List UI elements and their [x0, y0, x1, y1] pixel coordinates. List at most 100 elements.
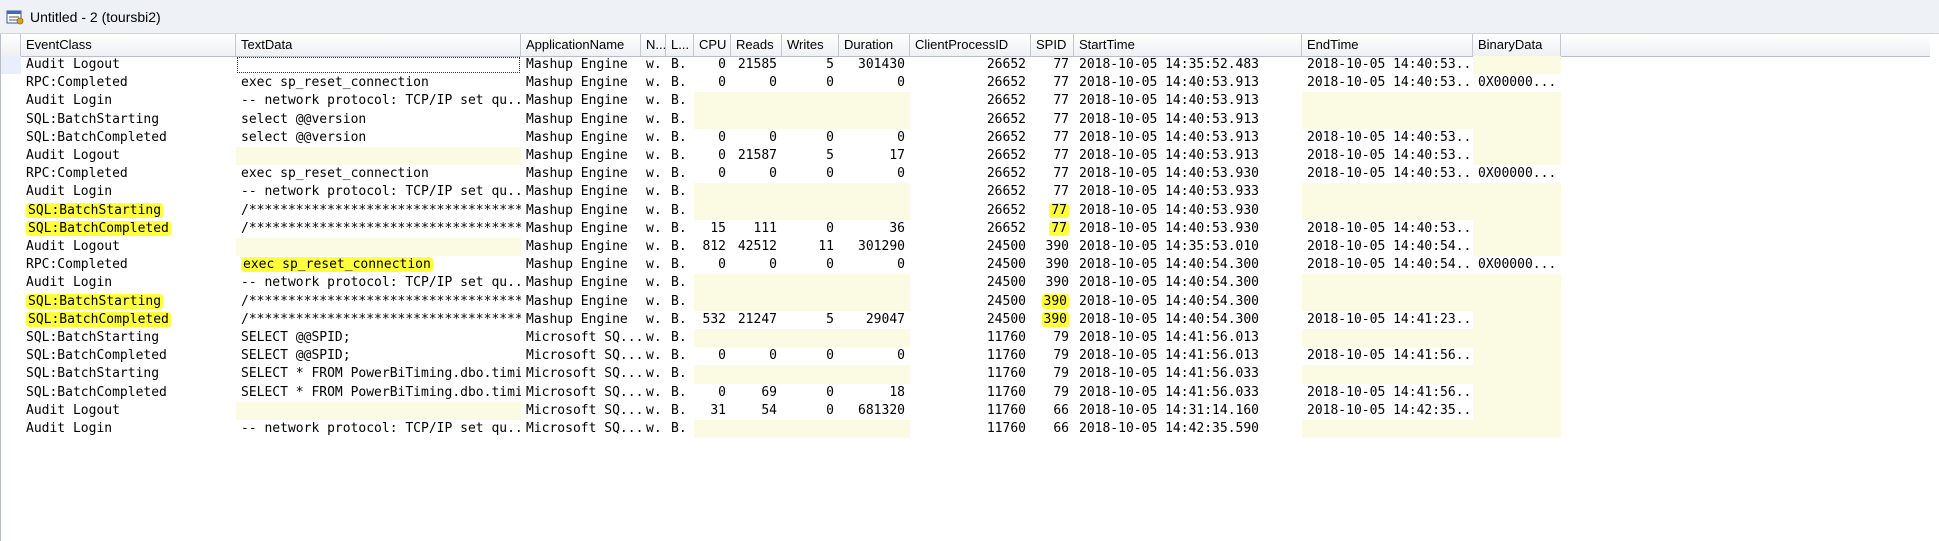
- cell-duration[interactable]: 0: [839, 165, 910, 183]
- cell-binary[interactable]: [1473, 147, 1561, 166]
- table-row[interactable]: SQL:BatchStarting SELECT * FROM PowerBiTi…: [1, 365, 1930, 384]
- cell-reads[interactable]: [731, 292, 782, 311]
- cell-binary[interactable]: [1473, 292, 1561, 311]
- row-selector[interactable]: [1, 384, 21, 402]
- cell-writes[interactable]: 0: [782, 74, 839, 92]
- cell-spid[interactable]: 77: [1031, 56, 1074, 74]
- table-row[interactable]: Audit Login -- network protocol: TCP/IP s…: [1, 92, 1930, 111]
- cell-spid[interactable]: 77: [1031, 183, 1074, 201]
- cell-start[interactable]: 2018-10-05 14:40:53.930: [1074, 202, 1302, 220]
- column-header-reads[interactable]: Reads: [731, 34, 782, 56]
- row-selector[interactable]: [1, 293, 21, 311]
- cell-start[interactable]: 2018-10-05 14:40:54.300: [1074, 311, 1302, 329]
- cell-duration[interactable]: 301430: [839, 56, 910, 74]
- cell-app[interactable]: Microsoft SQ...: [521, 347, 641, 365]
- cell-duration[interactable]: 0: [839, 256, 910, 274]
- cell-app[interactable]: Mashup Engine: [521, 111, 641, 129]
- cell-start[interactable]: 2018-10-05 14:40:53.930: [1074, 165, 1302, 183]
- cell-text[interactable]: /*************************************..…: [236, 202, 521, 220]
- cell-cpu[interactable]: 0: [694, 384, 731, 402]
- cell-binary[interactable]: [1473, 238, 1561, 257]
- cell-l[interactable]: B.: [666, 183, 694, 201]
- cell-duration[interactable]: 29047: [839, 311, 910, 329]
- cell-end[interactable]: 2018-10-05 14:40:54...: [1302, 256, 1473, 274]
- cell-l[interactable]: B.: [666, 402, 694, 420]
- cell-writes[interactable]: 0: [782, 347, 839, 365]
- cell-cpid[interactable]: 11760: [910, 384, 1031, 402]
- cell-l[interactable]: B.: [666, 220, 694, 238]
- cell-duration[interactable]: 36: [839, 220, 910, 238]
- cell-cpid[interactable]: 24500: [910, 256, 1031, 274]
- cell-event[interactable]: SQL:BatchCompleted: [21, 129, 236, 147]
- cell-duration[interactable]: [839, 183, 910, 202]
- column-header-text[interactable]: TextData: [236, 34, 521, 56]
- cell-n[interactable]: w.: [641, 329, 666, 347]
- cell-l[interactable]: B.: [666, 165, 694, 183]
- cell-end[interactable]: 2018-10-05 14:41:56...: [1302, 347, 1473, 365]
- cell-reads[interactable]: 21587: [731, 147, 782, 165]
- table-row[interactable]: RPC:Completed exec sp_reset_connection Mas…: [1, 256, 1930, 274]
- cell-cpu[interactable]: 0: [694, 256, 731, 274]
- cell-start[interactable]: 2018-10-05 14:40:53.930: [1074, 220, 1302, 238]
- cell-duration[interactable]: 681320: [839, 402, 910, 420]
- cell-cpu[interactable]: [694, 92, 731, 111]
- cell-event[interactable]: Audit Login: [21, 420, 236, 438]
- cell-end[interactable]: [1302, 201, 1473, 220]
- cell-cpu[interactable]: 0: [694, 347, 731, 365]
- cell-binary[interactable]: [1473, 201, 1561, 220]
- cell-duration[interactable]: [839, 329, 910, 348]
- cell-binary[interactable]: [1473, 274, 1561, 293]
- cell-spid[interactable]: 390: [1031, 311, 1074, 329]
- row-selector[interactable]: [1, 402, 21, 420]
- column-header-duration[interactable]: Duration: [839, 34, 910, 56]
- cell-event[interactable]: RPC:Completed: [21, 256, 236, 274]
- cell-writes[interactable]: 0: [782, 384, 839, 402]
- cell-app[interactable]: Mashup Engine: [521, 147, 641, 165]
- cell-start[interactable]: 2018-10-05 14:41:56.013: [1074, 347, 1302, 365]
- row-selector[interactable]: [1, 202, 21, 220]
- cell-spid[interactable]: 390: [1031, 274, 1074, 292]
- table-row[interactable]: Audit Login -- network protocol: TCP/IP s…: [1, 183, 1930, 202]
- cell-duration[interactable]: [839, 420, 910, 439]
- cell-end[interactable]: 2018-10-05 14:42:35...: [1302, 402, 1473, 420]
- cell-app[interactable]: Mashup Engine: [521, 256, 641, 274]
- cell-reads[interactable]: 0: [731, 129, 782, 147]
- cell-binary[interactable]: [1473, 219, 1561, 238]
- cell-n[interactable]: w.: [641, 420, 666, 438]
- cell-spid[interactable]: 77: [1031, 220, 1074, 238]
- table-row[interactable]: SQL:BatchStarting select @@version Mashup …: [1, 110, 1930, 129]
- cell-writes[interactable]: 5: [782, 56, 839, 74]
- cell-cpu[interactable]: 812: [694, 238, 731, 256]
- cell-event[interactable]: Audit Login: [21, 92, 236, 110]
- row-selector[interactable]: [1, 92, 21, 110]
- cell-writes[interactable]: [782, 420, 839, 439]
- cell-n[interactable]: w.: [641, 165, 666, 183]
- table-row[interactable]: SQL:BatchStarting SELECT @@SPID; Microsoft…: [1, 329, 1930, 348]
- cell-start[interactable]: 2018-10-05 14:41:56.033: [1074, 365, 1302, 383]
- cell-spid[interactable]: 77: [1031, 111, 1074, 129]
- cell-event[interactable]: RPC:Completed: [21, 165, 236, 183]
- row-selector[interactable]: [1, 256, 21, 274]
- cell-writes[interactable]: 0: [782, 256, 839, 274]
- cell-start[interactable]: 2018-10-05 14:40:53.913: [1074, 92, 1302, 110]
- row-selector[interactable]: [1, 274, 21, 292]
- cell-cpu[interactable]: 15: [694, 220, 731, 238]
- cell-start[interactable]: 2018-10-05 14:40:54.300: [1074, 274, 1302, 292]
- cell-cpid[interactable]: 26652: [910, 111, 1031, 129]
- cell-writes[interactable]: [782, 183, 839, 202]
- cell-event[interactable]: SQL:BatchCompleted: [21, 347, 236, 365]
- cell-event[interactable]: SQL:BatchStarting: [21, 329, 236, 347]
- cell-duration[interactable]: 301290: [839, 238, 910, 256]
- table-row[interactable]: SQL:BatchCompleted SELECT @@SPID; Microsof…: [1, 347, 1930, 366]
- cell-reads[interactable]: 0: [731, 74, 782, 92]
- cell-event[interactable]: SQL:BatchStarting: [21, 365, 236, 383]
- cell-cpid[interactable]: 26652: [910, 92, 1031, 110]
- cell-spid[interactable]: 77: [1031, 92, 1074, 110]
- column-header-end[interactable]: EndTime: [1302, 34, 1473, 56]
- cell-end[interactable]: 2018-10-05 14:40:53...: [1302, 74, 1473, 92]
- cell-event[interactable]: SQL:BatchCompleted: [21, 220, 236, 238]
- cell-cpid[interactable]: 26652: [910, 165, 1031, 183]
- cell-n[interactable]: w.: [641, 256, 666, 274]
- cell-text[interactable]: SELECT * FROM PowerBiTiming.dbo.timing: [236, 384, 521, 402]
- cell-start[interactable]: 2018-10-05 14:35:52.483: [1074, 56, 1302, 74]
